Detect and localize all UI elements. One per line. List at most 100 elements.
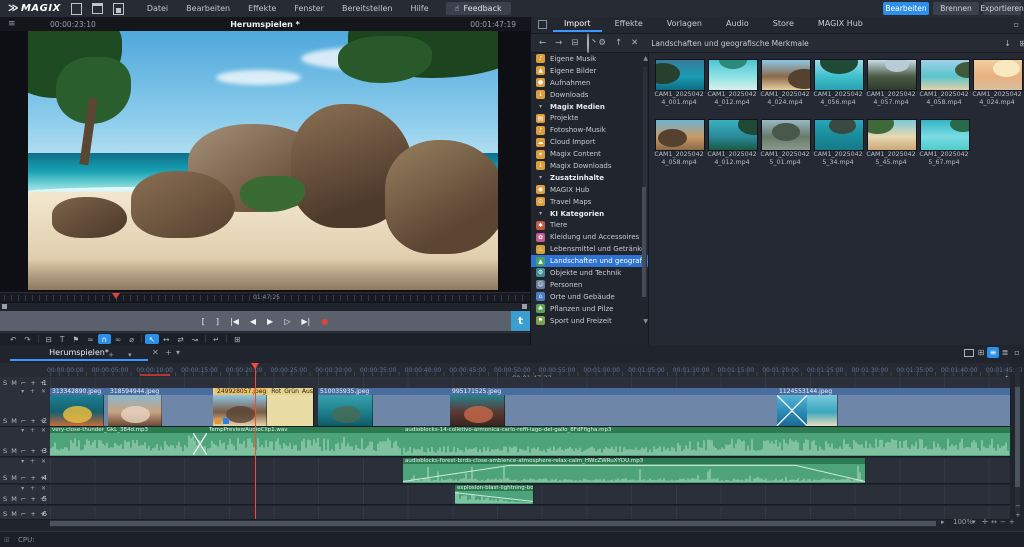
play-button[interactable]: ▶ xyxy=(267,317,273,326)
delete-object-icon[interactable]: ⊟ xyxy=(42,334,56,344)
sidebar-item-objekte-und-technik[interactable]: ⚙Objekte und Technik xyxy=(531,267,648,279)
mouse-mode-icon[interactable]: ↖ xyxy=(145,334,159,344)
menu-item-effekte[interactable]: Effekte xyxy=(239,4,285,13)
media-thumbnail[interactable] xyxy=(867,119,917,151)
media-thumbnail[interactable] xyxy=(655,59,705,91)
tab-magix-hub[interactable]: MAGIX Hub xyxy=(807,18,874,32)
zoom-fit-icon[interactable]: ✛ xyxy=(982,518,988,526)
sidebar-item-magix-medien[interactable]: ▾Magix Medien xyxy=(531,101,648,113)
menu-item-bereitstellen[interactable]: Bereitstellen xyxy=(333,4,401,13)
close-tab-icon[interactable]: ✕ xyxy=(152,348,159,357)
popout-icon[interactable]: ▫ xyxy=(1014,20,1019,29)
media-thumbnail[interactable] xyxy=(973,59,1023,91)
clear-button[interactable]: ✕ xyxy=(631,38,638,48)
media-thumbnail[interactable] xyxy=(920,119,970,151)
scroll-down-icon[interactable]: ▼ xyxy=(643,318,648,325)
mode-burn-button[interactable]: Brennen xyxy=(933,2,979,15)
play-range-button[interactable]: ▷ xyxy=(284,317,290,326)
track-controls[interactable]: ▾ + ✕ xyxy=(21,427,48,434)
track-buttons[interactable]: S M ⌐ + + xyxy=(3,417,46,425)
settings-button[interactable]: ⚙ xyxy=(598,38,606,48)
sidebar-item-eigene-musik[interactable]: ♪Eigene Musik xyxy=(531,53,648,65)
menu-item-datei[interactable]: Datei xyxy=(138,4,177,13)
object-grid-icon[interactable]: ⊞ xyxy=(230,334,244,344)
timeline-clip[interactable]: 318594944.jpeg xyxy=(108,388,214,426)
sidebar-item-magix-downloads[interactable]: ↓Magix Downloads xyxy=(531,160,648,172)
new-project-icon[interactable] xyxy=(71,3,82,15)
search-button[interactable] xyxy=(587,34,589,53)
media-thumbnail[interactable] xyxy=(708,119,758,151)
detach-icon[interactable]: ▫ xyxy=(1011,347,1023,358)
tab-vorlagen[interactable]: Vorlagen xyxy=(656,18,713,32)
marker-icon[interactable]: ⚑ xyxy=(68,334,83,344)
sidebar-item-fotoshow-musik[interactable]: ♪Fotoshow-Musik xyxy=(531,124,648,136)
unlink-icon[interactable]: ⌀ xyxy=(125,334,138,344)
track-buttons[interactable]: S M ⌐ + + xyxy=(3,495,46,503)
video-preview[interactable] xyxy=(28,31,498,290)
menu-item-fenster[interactable]: Fenster xyxy=(285,4,333,13)
track-header-2[interactable]: ▾ + ✕S M ⌐ + +2 xyxy=(0,388,51,427)
sidebar-item-tiere[interactable]: ✱Tiere xyxy=(531,219,648,231)
storyboard-mode-icon[interactable]: ⊞ xyxy=(975,347,987,358)
track-lane-3[interactable]: very-close-thunder_GkL_384d.mp3TempPrevi… xyxy=(50,427,1010,457)
timeline-audio-clip[interactable]: very-close-thunder_GkL_384d.mp3 xyxy=(50,427,208,456)
timeline-clip[interactable]: 1124553144.jpeg xyxy=(777,388,1011,426)
track-buttons[interactable]: S M ⌐ + + xyxy=(3,474,46,482)
tab-effekte[interactable]: Effekte xyxy=(604,18,654,32)
panel-checkbox-icon[interactable] xyxy=(538,20,547,29)
undo-icon[interactable]: ↶ xyxy=(6,334,20,344)
media-thumbnail[interactable] xyxy=(867,59,917,91)
track-lane-4[interactable]: audioblocks-forest-birds-close-ambience-… xyxy=(50,458,1010,484)
vscroll-thumb[interactable] xyxy=(1015,387,1020,487)
zoom-menu-icon[interactable]: ▾ xyxy=(972,518,976,526)
collapse-icon[interactable]: ▾ xyxy=(536,210,545,217)
tab-store[interactable]: Store xyxy=(762,18,805,32)
tab-import[interactable]: Import xyxy=(553,18,602,32)
sidebar-item-magix-hub[interactable]: ◉MAGIX Hub xyxy=(531,184,648,196)
track-header-4[interactable]: ▾ + ✕S M ⌐ + +4 xyxy=(0,458,51,484)
tab-audio[interactable]: Audio xyxy=(715,18,760,32)
open-project-icon[interactable] xyxy=(92,3,103,14)
sidebar-item-ki-kategorien[interactable]: ▾KI Kategorien xyxy=(531,208,648,220)
scroll-up-icon[interactable]: ▲ xyxy=(643,55,648,62)
sidebar-item-orte-und-geb-ude[interactable]: ⌂Orte und Gebäude xyxy=(531,291,648,303)
media-thumbnail[interactable] xyxy=(708,59,758,91)
link-icon[interactable]: ∞ xyxy=(111,334,125,344)
timeline-clip[interactable]: 510035935.jpeg xyxy=(318,388,451,426)
curve-edit-icon[interactable]: ↵ xyxy=(209,334,223,344)
track-buttons[interactable]: S M ⌐ + + xyxy=(3,510,46,518)
feedback-button[interactable]: ☝ Feedback xyxy=(446,2,511,15)
range-out-button[interactable]: ] xyxy=(216,317,219,326)
scroll-expand-icon[interactable]: ▸ xyxy=(941,518,945,526)
media-thumbnail[interactable] xyxy=(761,59,811,91)
preview-scrub-bar[interactable]: 01:47:25 xyxy=(0,292,530,302)
panel-toggle-button[interactable]: t xyxy=(511,311,530,331)
sidebar-item-zusatzinhalte[interactable]: ▾Zusatzinhalte xyxy=(531,172,648,184)
track-header-6[interactable]: S M ⌐ + +6 xyxy=(0,506,51,520)
timeline-clip[interactable]: 313342890.jpeg xyxy=(50,388,109,426)
mouse-mode-curve-icon[interactable]: ↝ xyxy=(188,334,202,344)
collapse-icon[interactable]: ▾ xyxy=(536,103,545,110)
sidebar-item-magix-content[interactable]: ✶Magix Content xyxy=(531,148,648,160)
mode-export-button[interactable]: Exportieren xyxy=(983,2,1021,15)
timeline-mode-icon[interactable]: ≡ xyxy=(987,347,999,358)
timeline-clip[interactable]: 249928057.jpegRotGrünAusschnittWe... xyxy=(213,388,314,426)
record-button[interactable]: ● xyxy=(321,317,328,326)
sidebar-item-sport-und-freizeit[interactable]: ⚑Sport und Freizeit xyxy=(531,315,648,327)
waveform-icon[interactable]: ≈ xyxy=(83,334,97,344)
jump-start-button[interactable]: |◀ xyxy=(230,317,239,326)
add-tab-icon[interactable]: + xyxy=(165,348,172,357)
preview-mode-icon[interactable] xyxy=(963,347,975,358)
sidebar-item-cloud-import[interactable]: ☁Cloud Import xyxy=(531,136,648,148)
import-button[interactable]: ↓ xyxy=(1004,39,1011,48)
view-options-button[interactable]: ⊞ xyxy=(1019,39,1024,48)
sidebar-item-travel-maps[interactable]: ⊙Travel Maps xyxy=(531,196,648,208)
vzoom-minus-icon[interactable]: − xyxy=(1015,502,1021,510)
track-controls[interactable]: ▾ + ✕ xyxy=(21,485,48,492)
zoom-level-label[interactable]: 100% xyxy=(953,518,973,526)
timeline-hscrollbar[interactable] xyxy=(50,520,936,527)
range-start-handle[interactable] xyxy=(2,304,7,309)
track-lane-6[interactable] xyxy=(50,506,1010,520)
zoom-in-icon[interactable]: + xyxy=(1009,518,1015,526)
track-lane-5[interactable]: explosion-blast-lightning-bolt... xyxy=(50,485,1010,505)
